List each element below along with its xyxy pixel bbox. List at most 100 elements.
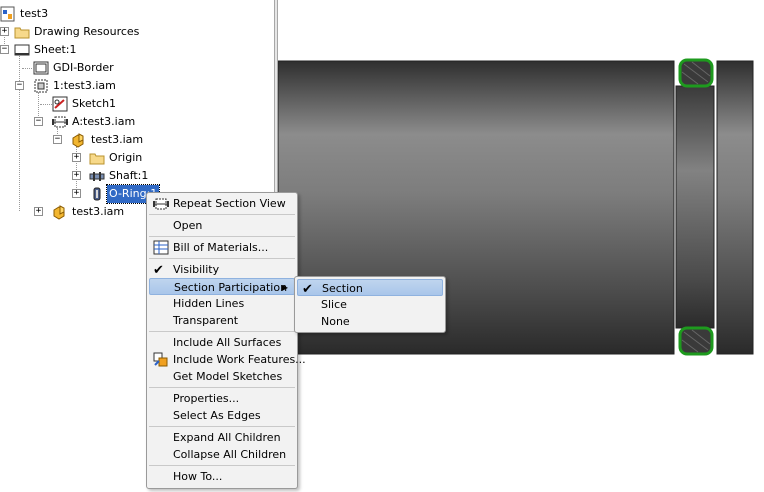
menu-item-bill-of-materials[interactable]: Bill of Materials...: [149, 239, 295, 256]
menu-separator: [149, 214, 295, 215]
expand-toggle[interactable]: +: [72, 189, 81, 198]
menu-item-open[interactable]: Open: [149, 217, 295, 234]
menu-item-collapse-all-children[interactable]: Collapse All Children: [149, 446, 295, 463]
graphics-canvas[interactable]: [277, 0, 764, 489]
tree-item-assembly-2[interactable]: test3.iam: [52, 203, 126, 221]
border-icon: [33, 60, 49, 76]
submenu-item-label: Slice: [321, 298, 347, 311]
tree-line: [22, 68, 32, 69]
tree-item-label: 1:test3.iam: [53, 79, 116, 92]
checkmark-icon: ✔: [153, 263, 164, 278]
menu-item-hidden-lines[interactable]: Hidden Lines: [149, 295, 295, 312]
menu-separator: [149, 331, 295, 332]
tree-item-label: test3.iam: [91, 133, 144, 146]
tree-item-label: Sheet:1: [34, 43, 77, 56]
menu-item-label: Section Participation: [174, 281, 288, 294]
sketch-icon: [52, 96, 68, 112]
tree-item-label: Sketch1: [72, 97, 117, 110]
menu-item-select-as-edges[interactable]: Select As Edges: [149, 407, 295, 424]
menu-item-label: Collapse All Children: [173, 448, 287, 461]
tree-item-test3[interactable]: test3: [0, 5, 50, 23]
tree-item-assembly[interactable]: test3.iam: [71, 131, 145, 149]
tree-item-label: test3: [20, 7, 49, 20]
shaft-groove: [675, 85, 715, 329]
tree-line: [40, 104, 52, 105]
tree-item-label: Origin: [109, 151, 143, 164]
menu-item-properties[interactable]: Properties...: [149, 390, 295, 407]
context-menu: Repeat Section View Open Bill of Materia…: [146, 192, 306, 489]
expand-toggle[interactable]: +: [72, 171, 81, 180]
menu-item-repeat-section-view[interactable]: Repeat Section View: [149, 195, 295, 212]
tree-item-sketch1[interactable]: Sketch1: [52, 95, 118, 113]
folder-icon: [14, 24, 30, 40]
submenu-item-section[interactable]: ✔ Section: [297, 279, 443, 297]
menu-separator: [149, 258, 295, 259]
collapse-toggle[interactable]: −: [53, 135, 62, 144]
submenu-item-slice[interactable]: Slice: [297, 296, 443, 313]
menu-item-section-participation[interactable]: Section Participation ▶: [149, 278, 295, 295]
menu-item-label: Repeat Section View: [173, 197, 286, 210]
tree-item-label: A:test3.iam: [72, 115, 136, 128]
tree-item-origin[interactable]: Origin: [89, 149, 144, 167]
expand-toggle[interactable]: +: [72, 153, 81, 162]
checkmark-icon: ✔: [302, 282, 313, 297]
tree-item-gdi-border[interactable]: GDI-Border: [33, 59, 116, 77]
drawing-icon: [0, 6, 16, 22]
submenu-item-none[interactable]: None: [297, 313, 443, 330]
tree-item-label: Drawing Resources: [34, 25, 140, 38]
menu-item-label: Open: [173, 219, 203, 232]
menu-item-label: Bill of Materials...: [173, 241, 269, 254]
tree-item-section-view-a[interactable]: A:test3.iam: [52, 113, 137, 131]
shaft-collar: [716, 60, 754, 355]
menu-item-include-all-surfaces[interactable]: Include All Surfaces: [149, 334, 295, 351]
collapse-toggle[interactable]: −: [34, 117, 43, 126]
tree-item-sheet[interactable]: Sheet:1: [14, 41, 79, 59]
menu-item-label: Properties...: [173, 392, 240, 405]
collapse-toggle[interactable]: −: [15, 81, 24, 90]
tree-item-label: GDI-Border: [53, 61, 114, 74]
repeat-section-icon: [153, 196, 169, 211]
menu-item-label: Include All Surfaces: [173, 336, 282, 349]
assembly-icon: [52, 204, 68, 220]
menu-item-label: How To...: [173, 470, 223, 483]
tree-item-view-1[interactable]: 1:test3.iam: [33, 77, 118, 95]
menu-item-include-work-features[interactable]: Include Work Features...: [149, 351, 306, 368]
submenu-item-label: None: [321, 315, 350, 328]
submenu-arrow-icon: ▶: [281, 283, 288, 292]
section-participation-submenu: ✔ Section Slice None: [294, 276, 446, 333]
section-view-graphic: [277, 58, 754, 356]
menu-item-label: Transparent: [173, 314, 239, 327]
menu-item-how-to[interactable]: How To...: [149, 468, 295, 485]
menu-item-label: Expand All Children: [173, 431, 281, 444]
menu-item-get-model-sketches[interactable]: Get Model Sketches: [149, 368, 295, 385]
menu-separator: [149, 426, 295, 427]
work-features-icon: [153, 352, 169, 367]
menu-item-label: Include Work Features...: [173, 353, 306, 366]
menu-item-expand-all-children[interactable]: Expand All Children: [149, 429, 295, 446]
menu-separator: [149, 236, 295, 237]
part-icon: [89, 186, 105, 202]
menu-item-transparent[interactable]: Transparent: [149, 312, 295, 329]
tree-item-drawing-resources[interactable]: Drawing Resources: [14, 23, 141, 41]
section-view-icon: [52, 114, 68, 130]
menu-item-label: Get Model Sketches: [173, 370, 283, 383]
assembly-icon: [71, 132, 87, 148]
collapse-toggle[interactable]: −: [0, 45, 9, 54]
menu-separator: [149, 465, 295, 466]
tree-item-shaft[interactable]: Shaft:1: [89, 167, 150, 185]
menu-item-visibility[interactable]: ✔ Visibility: [149, 261, 295, 278]
expand-toggle[interactable]: +: [0, 27, 9, 36]
submenu-item-label: Section: [322, 282, 363, 295]
tree-item-label: Shaft:1: [109, 169, 149, 182]
menu-item-label: Visibility: [173, 263, 220, 276]
part-icon: [89, 168, 105, 184]
sheet-icon: [14, 42, 30, 58]
tree-item-label: test3.iam: [72, 205, 125, 218]
expand-toggle[interactable]: +: [34, 207, 43, 216]
folder-icon: [89, 150, 105, 166]
menu-item-label: Select As Edges: [173, 409, 261, 422]
bom-icon: [153, 240, 169, 255]
menu-separator: [149, 387, 295, 388]
menu-item-label: Hidden Lines: [173, 297, 245, 310]
view-icon: [33, 78, 49, 94]
